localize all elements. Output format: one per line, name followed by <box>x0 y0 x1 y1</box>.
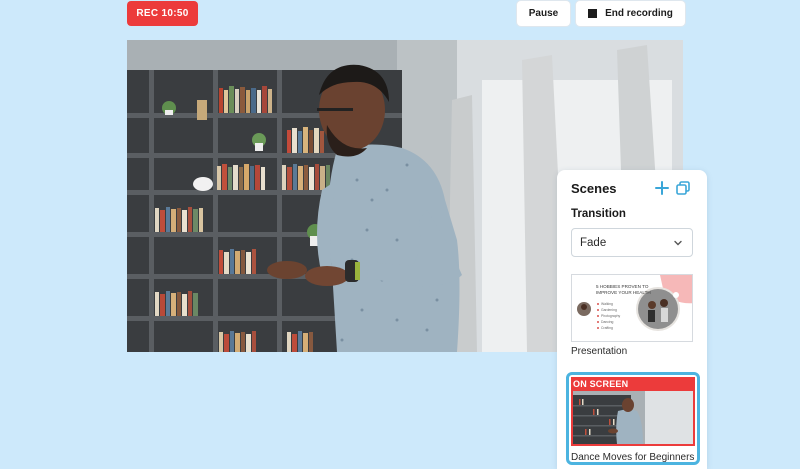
duplicate-icon[interactable] <box>675 180 691 196</box>
presentation-slide-preview: 5 HOBBIES PROVEN TO IMPROVE YOUR HEALTH … <box>572 275 692 341</box>
slide-bullet: Dancing <box>601 320 614 324</box>
slide-bullet: Photography <box>601 314 621 318</box>
scene-thumbnail-dance-moves: ON SCREEN <box>571 377 695 446</box>
plus-icon[interactable] <box>654 180 670 196</box>
recording-status-badge: REC 10:50 <box>127 1 198 26</box>
scenes-panel: Scenes Transition Fade 5 HOBBIES PROVEN … <box>557 170 707 469</box>
slide-bullet: Crafting <box>601 326 613 330</box>
end-recording-label: End recording <box>605 8 673 19</box>
slide-title-line2: IMPROVE YOUR HEALTH <box>596 290 651 295</box>
mini-video-frame <box>573 391 693 444</box>
scene-thumbnail-presentation[interactable]: 5 HOBBIES PROVEN TO IMPROVE YOUR HEALTH … <box>571 274 693 342</box>
transition-select[interactable]: Fade <box>571 228 693 257</box>
slide-bullet: Gardening <box>601 308 617 312</box>
pause-button[interactable]: Pause <box>517 1 570 26</box>
scenes-title: Scenes <box>571 181 617 196</box>
pause-button-label: Pause <box>528 8 559 19</box>
scene-item-dance-moves[interactable]: ON SCREEN Dance Moves for Beginners <box>566 372 700 465</box>
transition-label: Transition <box>571 208 626 220</box>
on-screen-badge: ON SCREEN <box>573 379 629 389</box>
transition-value: Fade <box>580 236 607 249</box>
chevron-down-icon <box>674 240 682 246</box>
stop-icon <box>588 9 598 18</box>
scene-thumbnail-video <box>573 391 693 444</box>
scene-label-presentation: Presentation <box>571 346 628 357</box>
scene-label-dance-moves: Dance Moves for Beginners <box>571 452 695 463</box>
end-recording-button[interactable]: End recording <box>576 1 685 26</box>
slide-title-line1: 5 HOBBIES PROVEN TO <box>596 284 649 289</box>
slide-bullet: Walking <box>601 302 613 306</box>
